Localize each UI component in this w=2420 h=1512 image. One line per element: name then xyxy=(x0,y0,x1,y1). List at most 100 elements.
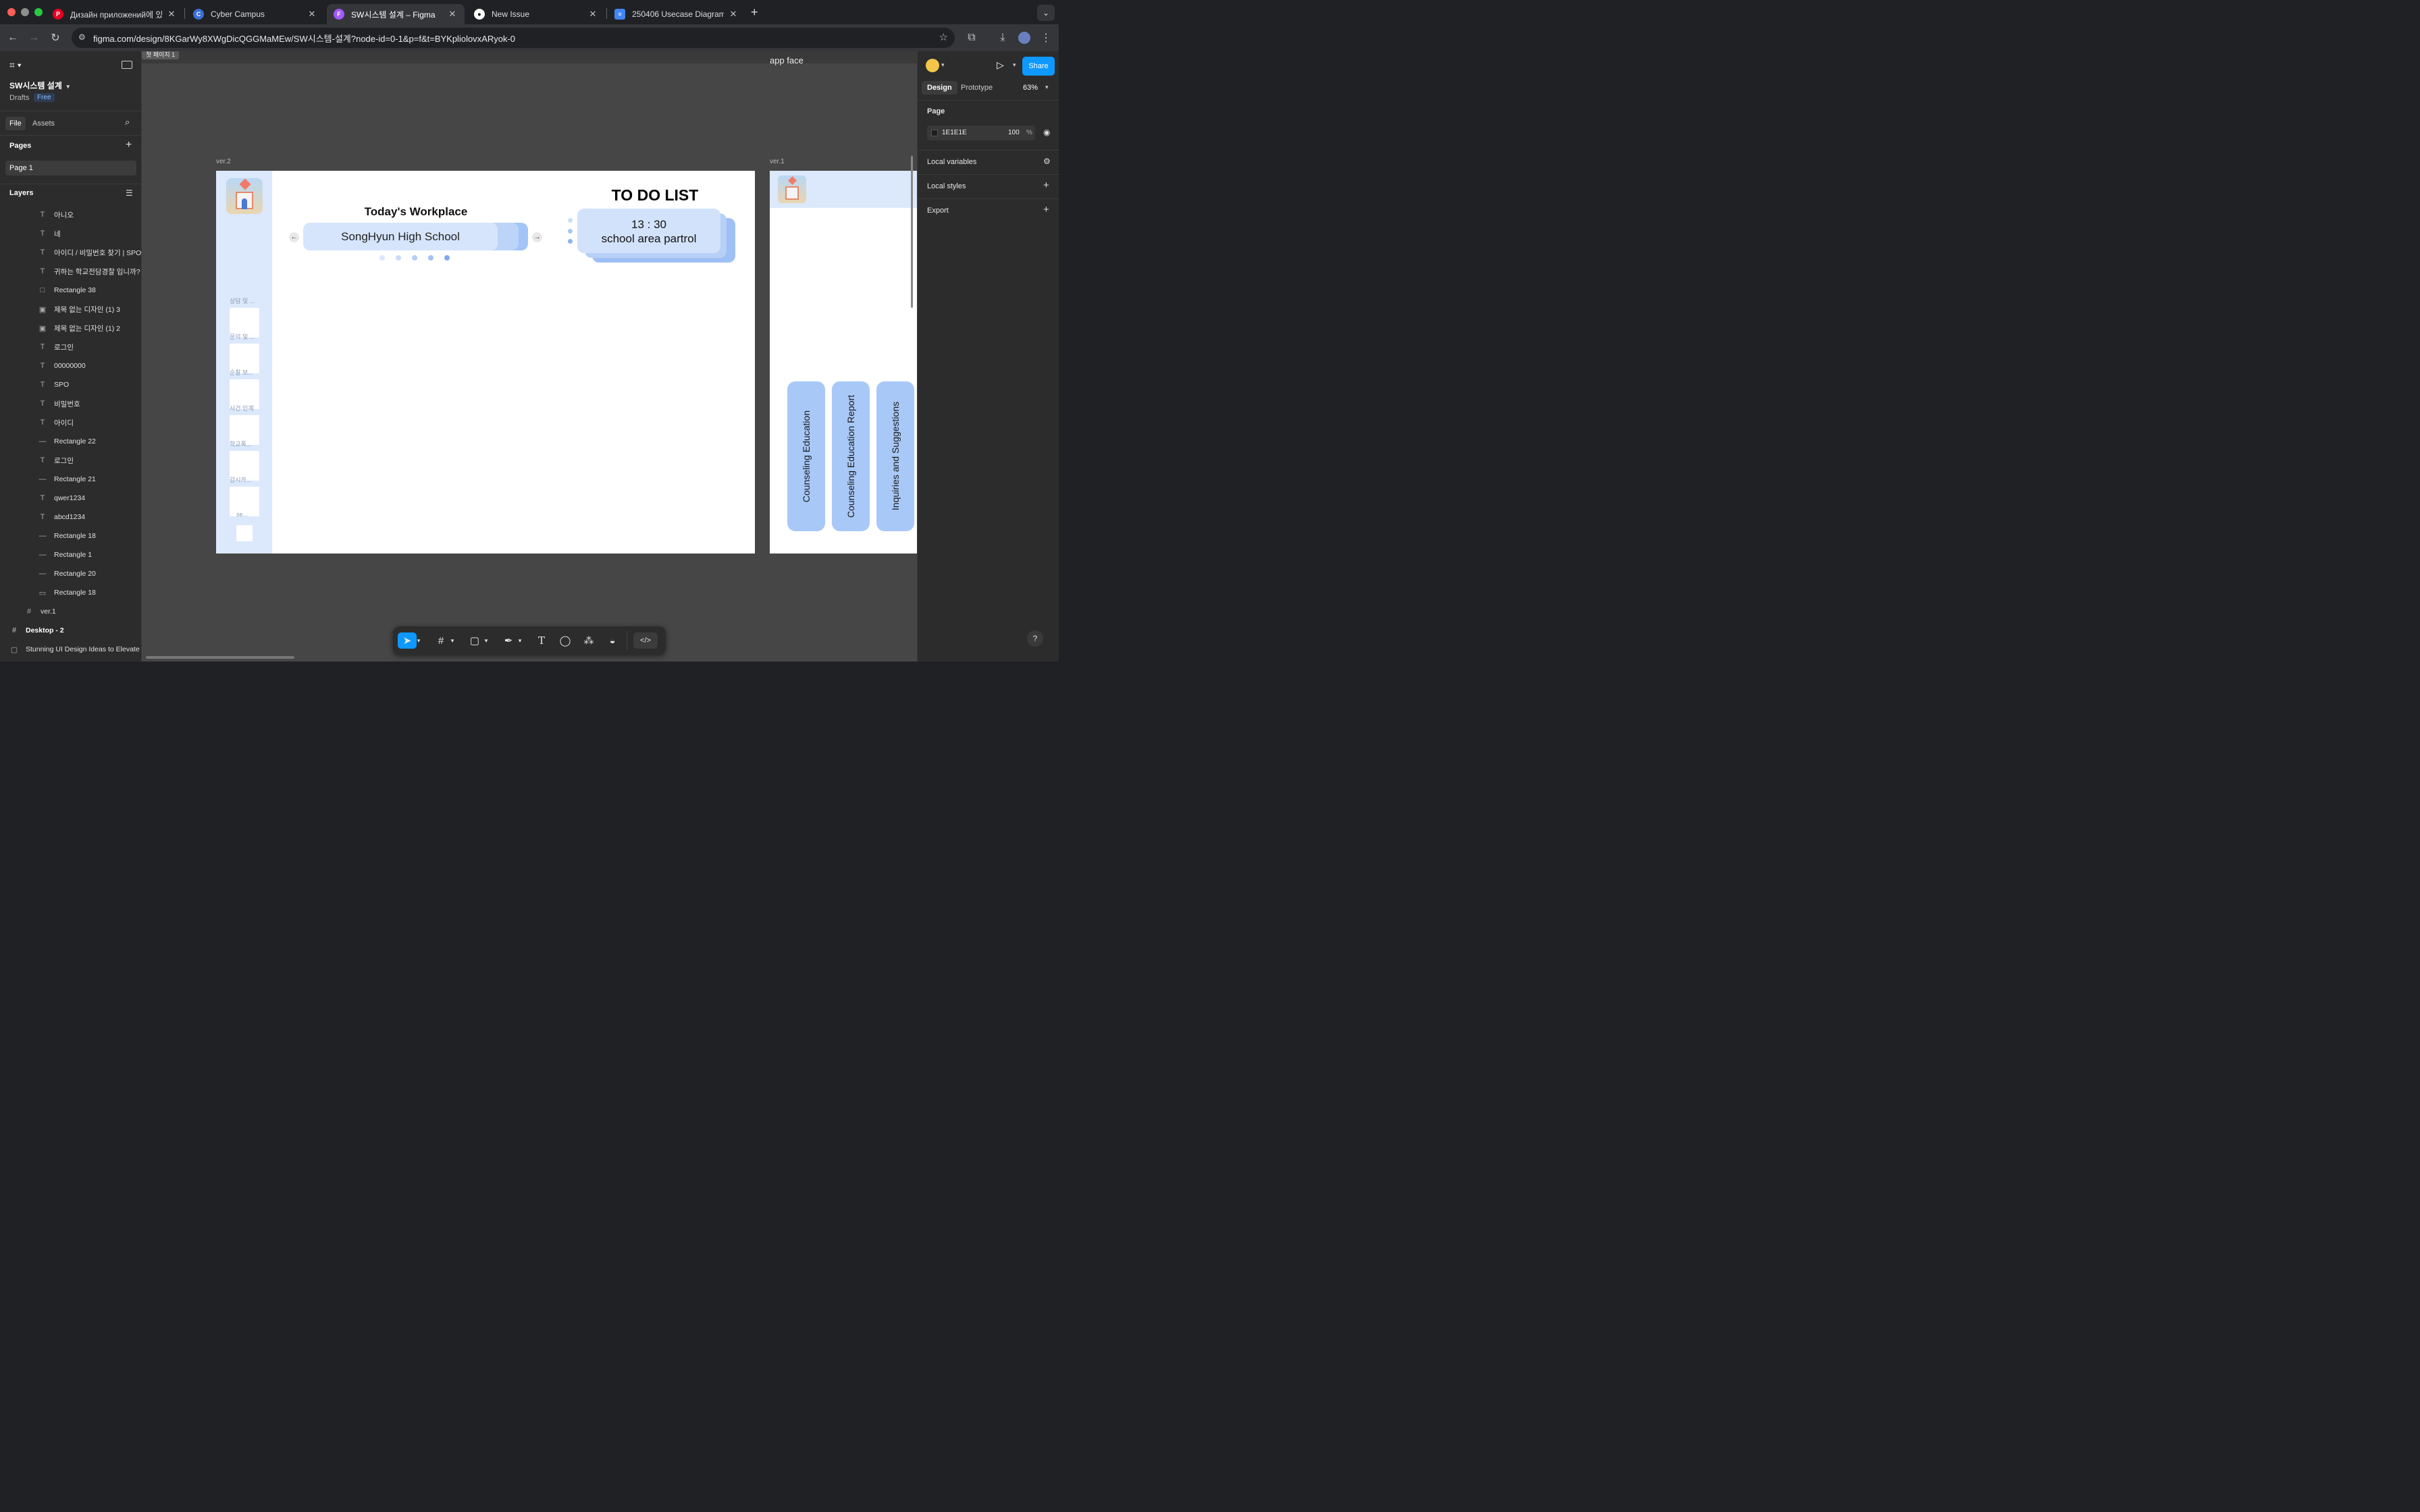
layer-item[interactable]: — Rectangle 21 xyxy=(0,470,142,489)
todo-card[interactable]: 13 : 30 school area partrol xyxy=(577,209,720,253)
layer-item[interactable]: ▣ 제목 없는 디자인 (1) 3 xyxy=(0,300,142,319)
layer-item[interactable]: — Rectangle 18 xyxy=(0,526,142,545)
toggle-sidebar-icon[interactable] xyxy=(122,61,132,69)
layer-frame-desktop-2[interactable]: # Desktop - 2 xyxy=(0,621,142,640)
page-color-field[interactable]: 1E1E1E 100 % xyxy=(927,126,1035,140)
tab-assets[interactable]: Assets xyxy=(28,117,59,130)
extensions-icon[interactable]: ⧉ xyxy=(962,28,981,47)
rectangle-tool-icon[interactable]: ▢ xyxy=(465,632,484,649)
canvas-horizontal-scrollbar[interactable] xyxy=(146,656,294,659)
pen-tool-icon[interactable]: ✒ xyxy=(499,632,518,649)
layer-item[interactable]: — Rectangle 1 xyxy=(0,545,142,564)
todo-dot[interactable] xyxy=(568,218,573,223)
more-menu-icon[interactable]: ⋮ xyxy=(1036,28,1055,47)
address-bar[interactable]: ⚙ figma.com/design/8KGarWy8XWgDicQGGMaME… xyxy=(72,28,955,48)
browser-tab-docs[interactable]: ≡ 250406 Usecase Diagram V1 ✕ xyxy=(608,4,745,24)
browser-tab-cyber-campus[interactable]: C Cyber Campus ✕ xyxy=(186,4,324,24)
design-canvas[interactable]: 첫 페이지 1 app face ver.2 ver.1 상담 및 ... 문의 … xyxy=(142,51,917,662)
close-tab-icon[interactable]: ✕ xyxy=(587,9,598,20)
profile-avatar[interactable] xyxy=(1018,32,1030,44)
close-tab-icon[interactable]: ✕ xyxy=(307,9,317,20)
layer-item[interactable]: Tqwer1234 xyxy=(0,489,142,508)
text-tool-icon[interactable]: T xyxy=(532,632,551,649)
carousel-dot[interactable] xyxy=(396,255,401,261)
chevron-down-icon[interactable]: ▾ xyxy=(1013,61,1016,69)
search-icon[interactable]: ⌕ xyxy=(125,117,130,128)
user-avatar[interactable] xyxy=(926,59,939,72)
carousel-dot[interactable] xyxy=(412,255,417,261)
carousel-dot[interactable] xyxy=(428,255,433,261)
next-arrow-icon[interactable]: → xyxy=(532,232,542,242)
layer-item[interactable]: T 아이디 xyxy=(0,413,142,432)
chevron-down-icon[interactable]: ▾ xyxy=(448,632,456,649)
layer-frame-ver1[interactable]: # ver.1 xyxy=(0,602,142,621)
export-label[interactable]: Export xyxy=(927,207,949,215)
layer-item[interactable]: T 아니오 xyxy=(0,205,142,224)
layer-item[interactable]: T 귀하는 학교전담경찰 입니까? xyxy=(0,262,142,281)
drafts-label[interactable]: Drafts xyxy=(9,94,29,102)
tab-prototype[interactable]: Prototype xyxy=(961,84,993,92)
layer-item[interactable]: ▭ Rectangle 18 xyxy=(0,583,142,602)
page-chip[interactable]: 첫 페이지 1 xyxy=(142,51,180,59)
carousel-dot[interactable] xyxy=(444,255,450,261)
layer-item[interactable]: ▣ 제목 없는 디자인 (1) 2 xyxy=(0,319,142,338)
frame-label-ver2[interactable]: ver.2 xyxy=(216,158,231,165)
comment-tool-icon[interactable]: ◯ xyxy=(556,632,575,649)
figma-main-menu-icon[interactable]: ⌗ ▾ xyxy=(9,59,22,71)
frame-ver1[interactable]: Counseling Education Counseling Education… xyxy=(770,171,917,554)
sidebar-button[interactable] xyxy=(236,525,253,541)
resources-tool-icon[interactable]: ⁂ xyxy=(579,632,598,649)
maximize-window-button[interactable] xyxy=(34,8,43,16)
layer-image-stunning[interactable]: ▢ Stunning UI Design Ideas to Elevate Yo… xyxy=(0,640,142,659)
zoom-level[interactable]: 63% xyxy=(1023,84,1038,92)
prev-arrow-icon[interactable]: ← xyxy=(289,232,299,242)
layer-item[interactable]: — Rectangle 22 xyxy=(0,432,142,451)
layer-item[interactable]: T 비밀번호 xyxy=(0,394,142,413)
add-export-icon[interactable]: + xyxy=(1043,204,1049,215)
page-color-value[interactable]: 1E1E1E xyxy=(942,129,967,136)
download-icon[interactable]: ⤓ xyxy=(993,28,1012,47)
local-styles-label[interactable]: Local styles xyxy=(927,182,966,190)
share-button[interactable]: Share xyxy=(1022,57,1055,76)
chevron-down-icon[interactable]: ▾ xyxy=(482,632,490,649)
layer-item[interactable]: T 아이디 / 비밀번호 찾기 | SPO 재발급 xyxy=(0,243,142,262)
browser-tab-figma[interactable]: F SW시스템 설계 – Figma ✕ xyxy=(327,4,465,24)
color-swatch[interactable] xyxy=(931,130,938,136)
forward-arrow-icon[interactable]: → xyxy=(24,28,43,47)
plugin-avatar-icon[interactable]: ◒ xyxy=(603,632,622,649)
reload-icon[interactable]: ↻ xyxy=(46,28,65,47)
add-page-icon[interactable]: + xyxy=(126,139,132,151)
layer-item[interactable]: T 로그인 xyxy=(0,451,142,470)
chevron-down-icon[interactable]: ▾ xyxy=(1045,84,1049,91)
layer-item[interactable]: — Rectangle 20 xyxy=(0,564,142,583)
carousel-dot[interactable] xyxy=(379,255,385,261)
back-arrow-icon[interactable]: ← xyxy=(3,28,22,47)
todo-dot[interactable] xyxy=(568,229,573,234)
minimize-window-button[interactable] xyxy=(21,8,29,16)
close-tab-icon[interactable]: ✕ xyxy=(728,9,739,20)
frame-ver2[interactable]: 상담 및 ... 문의 및 ... 순찰 보... 사건 인계 학교폭... 감시카...… xyxy=(216,171,755,554)
workplace-card[interactable]: SongHyun High School xyxy=(303,223,498,250)
layer-filter-icon[interactable]: ☰ xyxy=(126,188,133,198)
chevron-down-icon[interactable]: ▾ xyxy=(415,632,423,649)
close-window-button[interactable] xyxy=(7,8,16,16)
site-info-icon[interactable]: ⚙ xyxy=(78,32,86,42)
app-face-label[interactable]: app face xyxy=(770,55,804,65)
ver1-menu-card[interactable]: Counseling Education xyxy=(787,381,825,531)
new-tab-button[interactable]: + xyxy=(751,5,758,20)
todo-dot[interactable] xyxy=(568,239,573,244)
dev-mode-toggle-icon[interactable]: </> xyxy=(633,632,658,649)
ver1-menu-card[interactable]: Inquiries and Suggestions xyxy=(876,381,914,531)
tab-search-chevron-icon[interactable]: ⌄ xyxy=(1037,5,1055,21)
layer-item[interactable]: T 00000000 xyxy=(0,356,142,375)
bookmark-star-icon[interactable]: ☆ xyxy=(939,31,948,43)
close-tab-icon[interactable]: ✕ xyxy=(447,9,458,20)
close-tab-icon[interactable]: ✕ xyxy=(166,9,177,20)
visibility-eye-icon[interactable]: ◉ xyxy=(1043,128,1050,137)
ver1-menu-card[interactable]: Counseling Education Report xyxy=(832,381,870,531)
move-tool-icon[interactable]: ➤ xyxy=(398,632,417,649)
layer-item[interactable]: □ Rectangle 38 xyxy=(0,281,142,300)
page-item-page-1[interactable]: Page 1 xyxy=(5,161,136,176)
tab-file[interactable]: File xyxy=(5,117,26,130)
local-variables-label[interactable]: Local variables xyxy=(927,158,976,166)
